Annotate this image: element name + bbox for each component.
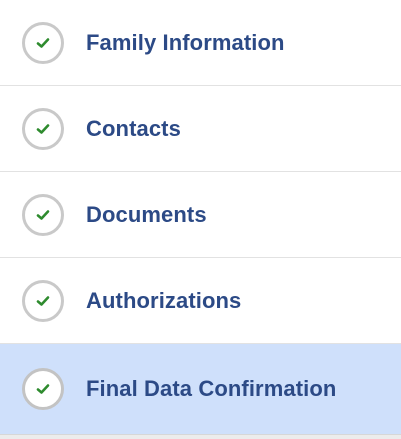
- step-family-information[interactable]: Family Information: [0, 0, 401, 86]
- check-icon: [22, 21, 64, 64]
- step-label: Authorizations: [86, 287, 242, 313]
- step-label: Final Data Confirmation: [86, 376, 337, 401]
- step-documents[interactable]: Documents: [0, 172, 401, 258]
- bottom-divider: [0, 435, 401, 439]
- step-label: Contacts: [86, 115, 181, 141]
- check-icon: [22, 279, 64, 322]
- step-navigation: Family Information Contacts Documents Au…: [0, 0, 401, 439]
- step-final-data-confirmation[interactable]: Final Data Confirmation: [0, 344, 401, 435]
- check-icon: [22, 107, 64, 150]
- check-icon: [22, 368, 64, 410]
- step-label: Documents: [86, 201, 207, 227]
- step-label: Family Information: [86, 29, 285, 55]
- step-contacts[interactable]: Contacts: [0, 86, 401, 172]
- step-authorizations[interactable]: Authorizations: [0, 258, 401, 344]
- check-icon: [22, 193, 64, 236]
